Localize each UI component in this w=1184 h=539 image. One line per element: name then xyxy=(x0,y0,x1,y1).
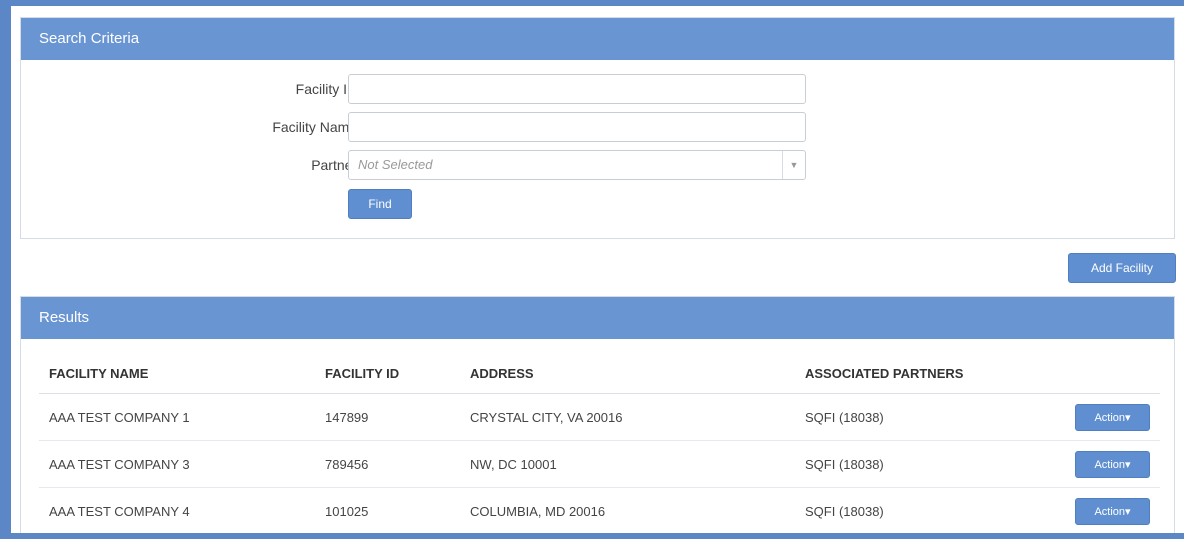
results-header: Results xyxy=(21,297,1174,339)
action-cell: Action▾ xyxy=(1025,488,1160,535)
partners-cell: SQFI (18038) xyxy=(795,440,1025,488)
action-label: Action xyxy=(1094,411,1126,424)
results-panel: Results FACILITY NAME FACILITY ID ADDRES… xyxy=(20,296,1175,533)
action-dropdown-button[interactable]: Action▾ xyxy=(1075,450,1150,478)
column-header-actions xyxy=(1025,353,1160,394)
action-label: Action xyxy=(1094,505,1126,518)
find-button[interactable]: Find xyxy=(348,189,412,219)
facility-id-input[interactable] xyxy=(348,74,806,104)
partner-select-value: Not Selected xyxy=(358,157,433,172)
window-frame-top xyxy=(0,0,1184,6)
window-frame-bottom xyxy=(0,533,1184,539)
add-facility-button[interactable]: Add Facility xyxy=(1068,253,1176,283)
facility-name-row: Facility Name: xyxy=(21,112,1174,142)
caret-down-icon: ▾ xyxy=(1125,458,1131,471)
caret-down-icon: ▾ xyxy=(1125,505,1131,518)
action-cell: Action▾ xyxy=(1025,440,1160,488)
table-row: AAA TEST COMPANY 1 147899 CRYSTAL CITY, … xyxy=(39,393,1160,441)
action-label: Action xyxy=(1094,458,1126,471)
window-frame-left xyxy=(0,0,11,539)
facility-id-row: Facility ID: xyxy=(21,74,1174,104)
column-header-facility-name[interactable]: FACILITY NAME xyxy=(39,353,315,394)
column-header-associated-partners[interactable]: ASSOCIATED PARTNERS xyxy=(795,353,1025,394)
facility-name-input[interactable] xyxy=(348,112,806,142)
table-row: AAA TEST COMPANY 4 101025 COLUMBIA, MD 2… xyxy=(39,488,1160,535)
facility-id-cell: 789456 xyxy=(315,440,460,488)
search-criteria-panel: Search Criteria Facility ID: Facility Na… xyxy=(20,17,1175,239)
partner-row: Partner: Not Selected ▼ xyxy=(21,150,1174,180)
dropdown-arrow-icon[interactable]: ▼ xyxy=(782,151,805,179)
caret-down-icon: ▾ xyxy=(1125,411,1131,424)
facility-name-cell: AAA TEST COMPANY 3 xyxy=(39,440,315,488)
table-row: AAA TEST COMPANY 3 789456 NW, DC 10001 S… xyxy=(39,440,1160,488)
search-criteria-header: Search Criteria xyxy=(21,18,1174,60)
column-header-facility-id[interactable]: FACILITY ID xyxy=(315,353,460,394)
facility-name-cell: AAA TEST COMPANY 4 xyxy=(49,503,190,519)
partners-cell: SQFI (18038) xyxy=(795,393,1025,441)
facility-id-cell: 147899 xyxy=(315,393,460,441)
action-dropdown-button[interactable]: Action▾ xyxy=(1075,403,1150,431)
facility-name-cell: AAA TEST COMPANY 1 xyxy=(39,393,315,441)
address-cell: NW, DC 10001 xyxy=(460,440,795,488)
action-dropdown-button[interactable]: Action▾ xyxy=(1075,497,1150,525)
column-header-address[interactable]: ADDRESS xyxy=(460,353,795,394)
results-table: FACILITY NAME FACILITY ID ADDRESS ASSOCI… xyxy=(39,353,1160,534)
address-cell: CRYSTAL CITY, VA 20016 xyxy=(460,393,795,441)
partner-select[interactable]: Not Selected ▼ xyxy=(348,150,806,180)
partners-cell: SQFI (18038) xyxy=(805,503,884,519)
address-cell: COLUMBIA, MD 20016 xyxy=(470,503,606,519)
facility-id-cell: 101025 xyxy=(325,503,369,519)
table-header-row: FACILITY NAME FACILITY ID ADDRESS ASSOCI… xyxy=(39,353,1160,394)
action-cell: Action▾ xyxy=(1025,393,1160,441)
